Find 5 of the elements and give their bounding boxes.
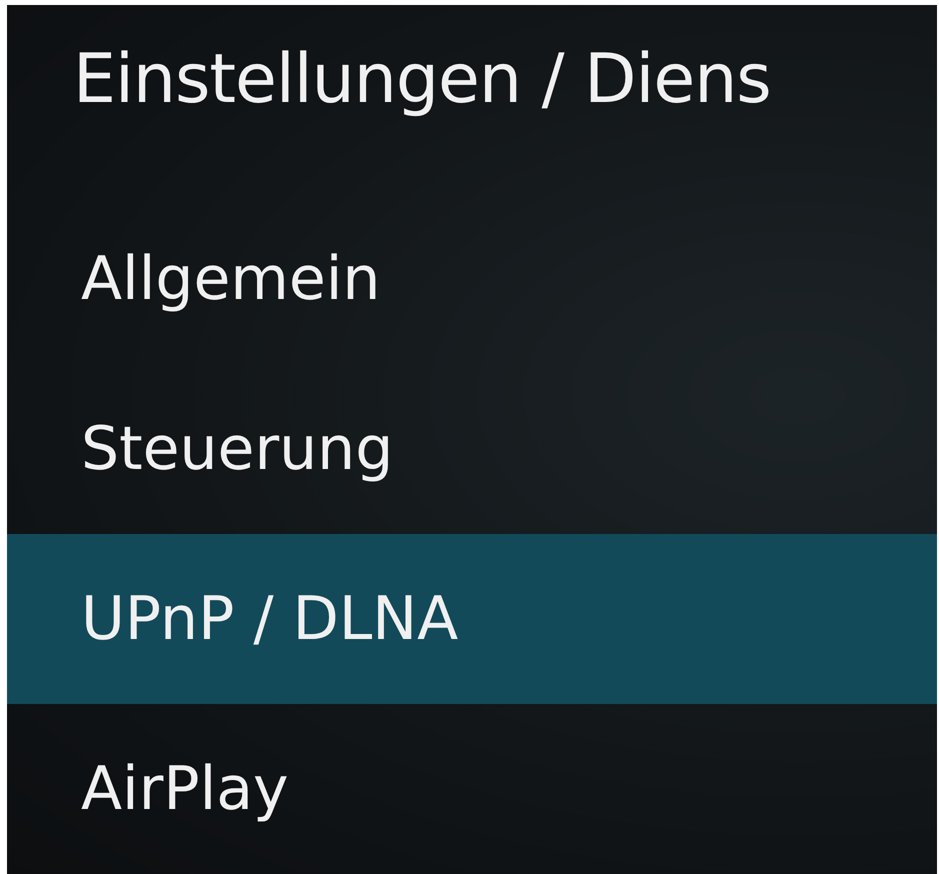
menu-item[interactable]: Allgemein	[81, 244, 380, 314]
menu-item[interactable]: AirPlay	[81, 754, 289, 824]
menu-item[interactable]: UPnP / DLNA	[7, 534, 937, 704]
menu-item[interactable]: Steuerung	[81, 414, 394, 484]
page-title: Einstellungen / Diens	[72, 39, 772, 121]
